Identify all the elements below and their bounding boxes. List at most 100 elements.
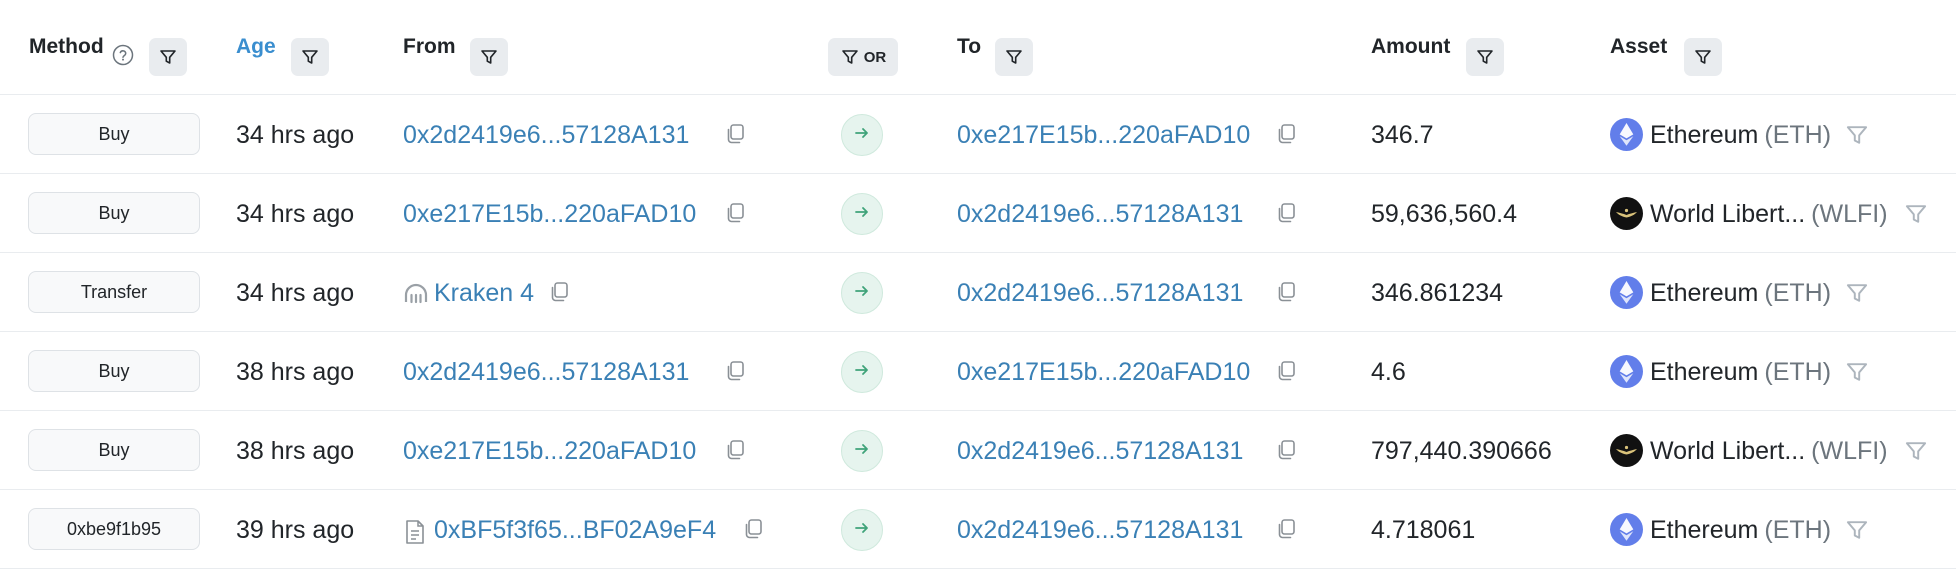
from-address-link[interactable]: 0x2d2419e6...57128A131: [403, 121, 689, 150]
table-header: Method Age From OR To Amount Asset: [0, 0, 1956, 95]
arrow-right-icon: [852, 281, 872, 306]
to-address-link[interactable]: 0x2d2419e6...57128A131: [957, 437, 1243, 466]
filter-icon[interactable]: [1903, 201, 1929, 232]
method-label: Buy: [98, 360, 130, 381]
copy-icon[interactable]: [1274, 122, 1298, 151]
table-row: Buy 34 hrs ago 0xe217E15b...220aFAD10 0x…: [0, 174, 1956, 253]
filter-icon[interactable]: [1844, 280, 1870, 311]
column-header-asset: Asset: [1610, 35, 1668, 58]
transactions-table: Method Age From OR To Amount Asset Buy 3…: [0, 0, 1956, 569]
asset-link[interactable]: Ethereum (ETH): [1650, 516, 1831, 545]
ethereum-icon: [1610, 513, 1643, 546]
from-address-link[interactable]: 0xBF5f3f65...BF02A9eF4: [434, 516, 716, 545]
method-badge[interactable]: Transfer: [28, 271, 200, 313]
from-filter-button[interactable]: [470, 38, 508, 76]
copy-icon[interactable]: [723, 201, 747, 230]
arrow-right-icon: [852, 439, 872, 464]
asset-symbol: (ETH): [1764, 358, 1832, 386]
column-header-method: Method: [29, 35, 104, 58]
table-body: Buy 34 hrs ago 0x2d2419e6...57128A131 0x…: [0, 95, 1956, 569]
copy-icon[interactable]: [741, 517, 765, 546]
ethereum-icon: [1610, 118, 1643, 151]
asset-filter-button[interactable]: [1684, 38, 1722, 76]
asset-link[interactable]: Ethereum (ETH): [1650, 121, 1831, 150]
table-row: Buy 34 hrs ago 0x2d2419e6...57128A131 0x…: [0, 95, 1956, 174]
filter-icon: [481, 50, 497, 64]
asset-link[interactable]: World Libert... (WLFI): [1650, 200, 1888, 229]
ethereum-icon: [1610, 355, 1643, 388]
column-header-amount: Amount: [1371, 35, 1451, 58]
asset-symbol: (ETH): [1764, 279, 1832, 307]
method-label: Transfer: [80, 281, 148, 302]
wlfi-icon: [1610, 197, 1643, 230]
direction-arrow: [841, 509, 883, 551]
age-text: 34 hrs ago: [236, 121, 355, 149]
method-label: Buy: [98, 439, 130, 460]
method-badge[interactable]: 0xbe9f1b95: [28, 508, 200, 550]
copy-icon[interactable]: [1274, 201, 1298, 230]
method-badge[interactable]: Buy: [28, 429, 200, 471]
age-filter-button[interactable]: [291, 38, 329, 76]
copy-icon[interactable]: [1274, 280, 1298, 309]
age-text: 38 hrs ago: [236, 437, 355, 465]
filter-icon: [1006, 50, 1022, 64]
copy-icon[interactable]: [1274, 438, 1298, 467]
from-or-to-filter-button[interactable]: OR: [828, 38, 898, 76]
help-circle-icon[interactable]: [112, 44, 134, 71]
from-address-link[interactable]: 0xe217E15b...220aFAD10: [403, 200, 696, 229]
filter-icon[interactable]: [1844, 359, 1870, 390]
column-header-age[interactable]: Age: [236, 35, 276, 59]
to-filter-button[interactable]: [995, 38, 1033, 76]
copy-icon[interactable]: [1274, 359, 1298, 388]
amount-value: 59,636,560.4: [1371, 200, 1517, 228]
asset-link[interactable]: World Libert... (WLFI): [1650, 437, 1888, 466]
contract-document-icon: [404, 519, 426, 550]
to-address-link[interactable]: 0x2d2419e6...57128A131: [957, 516, 1243, 545]
direction-arrow: [841, 272, 883, 314]
asset-symbol: (ETH): [1764, 121, 1832, 149]
asset-symbol: (WLFI): [1811, 437, 1888, 465]
asset-name: World Libert...: [1650, 437, 1806, 465]
to-address-link[interactable]: 0xe217E15b...220aFAD10: [957, 358, 1250, 387]
asset-name: Ethereum: [1650, 121, 1759, 149]
filter-icon: [841, 50, 858, 64]
copy-icon[interactable]: [547, 280, 571, 309]
amount-filter-button[interactable]: [1466, 38, 1504, 76]
direction-arrow: [841, 193, 883, 235]
method-badge[interactable]: Buy: [28, 192, 200, 234]
amount-value: 4.6: [1371, 358, 1406, 386]
from-address-link[interactable]: 0xe217E15b...220aFAD10: [403, 437, 696, 466]
method-filter-button[interactable]: [149, 38, 187, 76]
filter-icon[interactable]: [1844, 122, 1870, 153]
from-address-link[interactable]: Kraken 4: [434, 279, 534, 308]
asset-name: Ethereum: [1650, 516, 1759, 544]
arrow-right-icon: [852, 518, 872, 543]
direction-arrow: [841, 114, 883, 156]
filter-icon[interactable]: [1903, 438, 1929, 469]
direction-arrow: [841, 430, 883, 472]
asset-link[interactable]: Ethereum (ETH): [1650, 279, 1831, 308]
copy-icon[interactable]: [723, 359, 747, 388]
column-header-to: To: [957, 35, 982, 58]
copy-icon[interactable]: [723, 438, 747, 467]
filter-icon[interactable]: [1844, 517, 1870, 548]
to-address-link[interactable]: 0x2d2419e6...57128A131: [957, 200, 1243, 229]
method-badge[interactable]: Buy: [28, 350, 200, 392]
method-label: Buy: [98, 202, 130, 223]
method-badge[interactable]: Buy: [28, 113, 200, 155]
arrow-right-icon: [852, 123, 872, 148]
amount-value: 797,440.390666: [1371, 437, 1552, 465]
from-address-link[interactable]: 0x2d2419e6...57128A131: [403, 358, 689, 387]
copy-icon[interactable]: [1274, 517, 1298, 546]
direction-arrow: [841, 351, 883, 393]
table-row: 0xbe9f1b95 39 hrs ago 0xBF5f3f65...BF02A…: [0, 490, 1956, 569]
to-address-link[interactable]: 0x2d2419e6...57128A131: [957, 279, 1243, 308]
copy-icon[interactable]: [723, 122, 747, 151]
table-row: Buy 38 hrs ago 0xe217E15b...220aFAD10 0x…: [0, 411, 1956, 490]
asset-symbol: (WLFI): [1811, 200, 1888, 228]
filter-icon: [302, 50, 318, 64]
wlfi-icon: [1610, 434, 1643, 467]
asset-link[interactable]: Ethereum (ETH): [1650, 358, 1831, 387]
asset-name: Ethereum: [1650, 358, 1759, 386]
to-address-link[interactable]: 0xe217E15b...220aFAD10: [957, 121, 1250, 150]
